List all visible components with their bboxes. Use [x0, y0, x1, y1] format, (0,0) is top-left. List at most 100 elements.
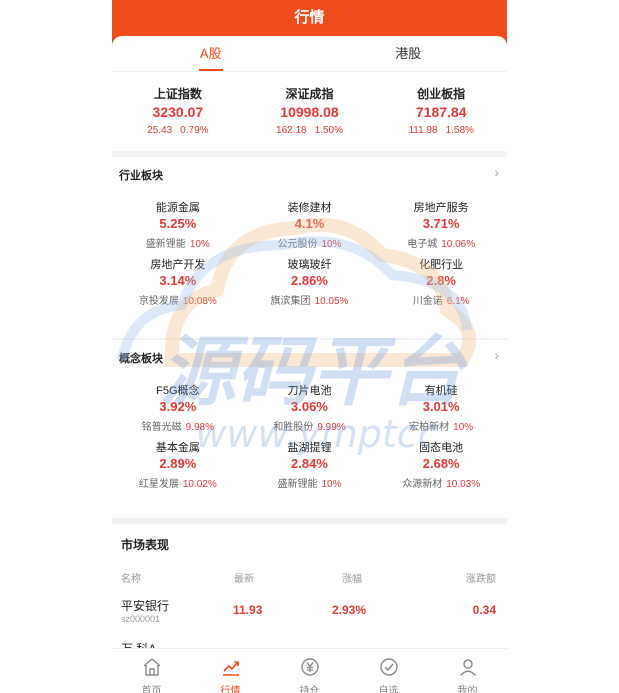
leading-stock: 电子城 10.06% — [375, 235, 507, 250]
industry-more-chevron-icon[interactable]: › — [494, 164, 499, 180]
home-icon — [143, 658, 160, 676]
tabbar-item-market[interactable]: 行情 — [191, 649, 270, 693]
sector-percent: 3.71% — [422, 216, 460, 231]
sector-card[interactable]: F5G概念 3.92% 铭普光磁 9.98% — [112, 382, 244, 433]
leading-stock-name: 川金诺 — [412, 296, 443, 307]
index-card-chinext[interactable]: 创业板指 7187.84 111.98 1.58% — [375, 85, 507, 136]
sector-card[interactable]: 固态电池 2.68% 众源新材 10.03% — [375, 439, 507, 490]
index-name: 上证指数 — [153, 87, 202, 101]
sector-percent: 3.01% — [422, 399, 460, 414]
sector-name: 玻璃玻纤 — [287, 259, 332, 271]
sector-name: 化肥行业 — [419, 259, 464, 271]
sector-percent: 3.92% — [159, 399, 197, 414]
sector-name: F5G概念 — [156, 385, 200, 397]
tabbar-item-watchlist[interactable]: 自选 — [349, 649, 428, 693]
leading-stock: 盛新锂能 10% — [244, 475, 376, 490]
sector-card[interactable]: 能源金属 5.25% 盛新锂能 10% — [112, 199, 244, 250]
yuan-icon — [300, 658, 319, 676]
tab-hk-shares[interactable]: 港股 — [310, 36, 508, 71]
index-name: 创业板指 — [417, 87, 466, 101]
index-change-amount: 111.98 — [408, 125, 438, 136]
sector-percent: 4.1% — [294, 216, 325, 231]
index-change: 111.98 1.58% — [375, 125, 507, 136]
sector-name: 固态电池 — [419, 442, 464, 454]
sector-card[interactable]: 有机硅 3.01% 宏柏新材 10% — [375, 382, 507, 433]
leading-stock: 公元股份 10% — [244, 235, 376, 250]
column-header-name: 名称 — [121, 574, 141, 585]
tabbar-label: 行情 — [220, 686, 241, 693]
leading-stock-percent: 10.02% — [182, 479, 217, 490]
index-value: 3230.07 — [152, 104, 204, 120]
leading-stock-percent: 10% — [321, 239, 342, 250]
stock-latest: 11.93 — [233, 603, 263, 617]
column-header-latest: 最新 — [234, 574, 254, 585]
user-icon — [459, 659, 476, 676]
concept-grid: F5G概念 3.92% 铭普光磁 9.98% 刀片电池 3.06% 和胜股份 9.99% 有… — [112, 382, 507, 490]
sector-card[interactable]: 装修建材 4.1% 公元股份 10% — [244, 199, 376, 250]
sector-name: 能源金属 — [155, 202, 200, 214]
concept-more-chevron-icon[interactable]: › — [494, 347, 499, 363]
leading-stock-percent: 10.06% — [441, 239, 476, 250]
index-change-amount: 25.43 — [147, 125, 173, 136]
tabbar-label: 自选 — [378, 686, 399, 693]
sector-percent: 3.14% — [159, 273, 197, 288]
sector-card[interactable]: 房地产开发 3.14% 京投发展 10.08% — [112, 256, 244, 307]
leading-stock: 盛新锂能 10% — [112, 235, 244, 250]
stock-change-pct: 2.93% — [332, 603, 367, 617]
index-card-shenzhen[interactable]: 深证成指 10998.08 162.18 1.50% — [244, 85, 376, 136]
leading-stock-name: 和胜股份 — [273, 422, 314, 433]
leading-stock: 铭普光磁 9.98% — [112, 418, 244, 433]
market-title: 市场表现 — [121, 538, 170, 552]
leading-stock-percent: 10.08% — [182, 296, 217, 307]
leading-stock-name: 盛新锂能 — [277, 479, 318, 490]
sector-percent: 2.86% — [291, 273, 328, 288]
leading-stock: 和胜股份 9.99% — [244, 418, 376, 433]
sector-percent: 2.84% — [291, 456, 328, 471]
leading-stock: 宏柏新材 10% — [375, 418, 507, 433]
sector-card[interactable]: 基本金属 2.89% 红星发展 10.02% — [112, 439, 244, 490]
bottom-tab-bar: 首页 行情 持仓 自选 我的 — [112, 648, 507, 693]
table-row[interactable]: 平安银行 sz000001 11.93 2.93% 0.34 — [112, 597, 507, 629]
index-change-amount: 162.18 — [276, 125, 307, 136]
sector-card[interactable]: 房地产服务 3.71% 电子城 10.06% — [375, 199, 507, 250]
chart-icon — [222, 661, 239, 676]
index-change-percent: 0.79% — [180, 125, 209, 136]
index-value: 7187.84 — [415, 104, 467, 120]
leading-stock-name: 旗滨集团 — [270, 296, 311, 307]
tabbar-item-profile[interactable]: 我的 — [428, 649, 507, 693]
page-title: 行情 — [294, 9, 325, 26]
tabbar-label: 首页 — [141, 686, 162, 693]
sector-card[interactable]: 刀片电池 3.06% 和胜股份 9.99% — [244, 382, 376, 433]
industry-panel: 行业板块 › 能源金属 5.25% 盛新锂能 10% 装修建材 4.1% 公元股份 10% … — [112, 157, 507, 338]
leading-stock-percent: 10% — [321, 479, 342, 490]
sector-percent: 3.06% — [291, 399, 328, 414]
index-change-percent: 1.50% — [314, 125, 343, 136]
tabbar-label: 我的 — [457, 686, 478, 693]
leading-stock-percent: 10.03% — [446, 479, 481, 490]
leading-stock-name: 电子城 — [407, 239, 438, 250]
leading-stock-percent: 10.05% — [314, 296, 349, 307]
check-circle-icon — [379, 658, 398, 676]
tab-a-shares[interactable]: A股 — [112, 36, 310, 71]
sector-percent: 2.89% — [159, 456, 197, 471]
sector-name: 有机硅 — [424, 385, 458, 397]
leading-stock-name: 众源新材 — [402, 479, 443, 490]
market-performance: 市场表现 名称 最新 涨幅 涨跌额 平安银行 sz000001 11.93 2.… — [112, 524, 507, 659]
stock-code: sz000001 — [121, 614, 161, 624]
leading-stock-name: 公元股份 — [277, 239, 318, 250]
sector-card[interactable]: 化肥行业 2.8% 川金诺 6.1% — [375, 256, 507, 307]
concept-title: 概念板块 — [119, 353, 163, 365]
market-table-header: 名称 最新 涨幅 涨跌额 — [112, 570, 507, 585]
concept-panel: 概念板块 › F5G概念 3.92% 铭普光磁 9.98% 刀片电池 3.06% 和胜股份… — [112, 340, 507, 518]
industry-title: 行业板块 — [119, 170, 163, 182]
index-card-shanghai[interactable]: 上证指数 3230.07 25.43 0.79% — [112, 85, 244, 136]
sector-name: 装修建材 — [287, 202, 332, 214]
stock-change: 0.34 — [472, 603, 496, 617]
tabbar-item-home[interactable]: 首页 — [112, 649, 191, 693]
index-change-percent: 1.58% — [445, 125, 474, 136]
sector-name: 盐湖提锂 — [287, 442, 332, 454]
sector-card[interactable]: 玻璃玻纤 2.86% 旗滨集团 10.05% — [244, 256, 376, 307]
sector-card[interactable]: 盐湖提锂 2.84% 盛新锂能 10% — [244, 439, 376, 490]
industry-grid: 能源金属 5.25% 盛新锂能 10% 装修建材 4.1% 公元股份 10% 房地产服务 3.… — [112, 199, 507, 307]
tabbar-item-holdings[interactable]: 持仓 — [270, 649, 349, 693]
